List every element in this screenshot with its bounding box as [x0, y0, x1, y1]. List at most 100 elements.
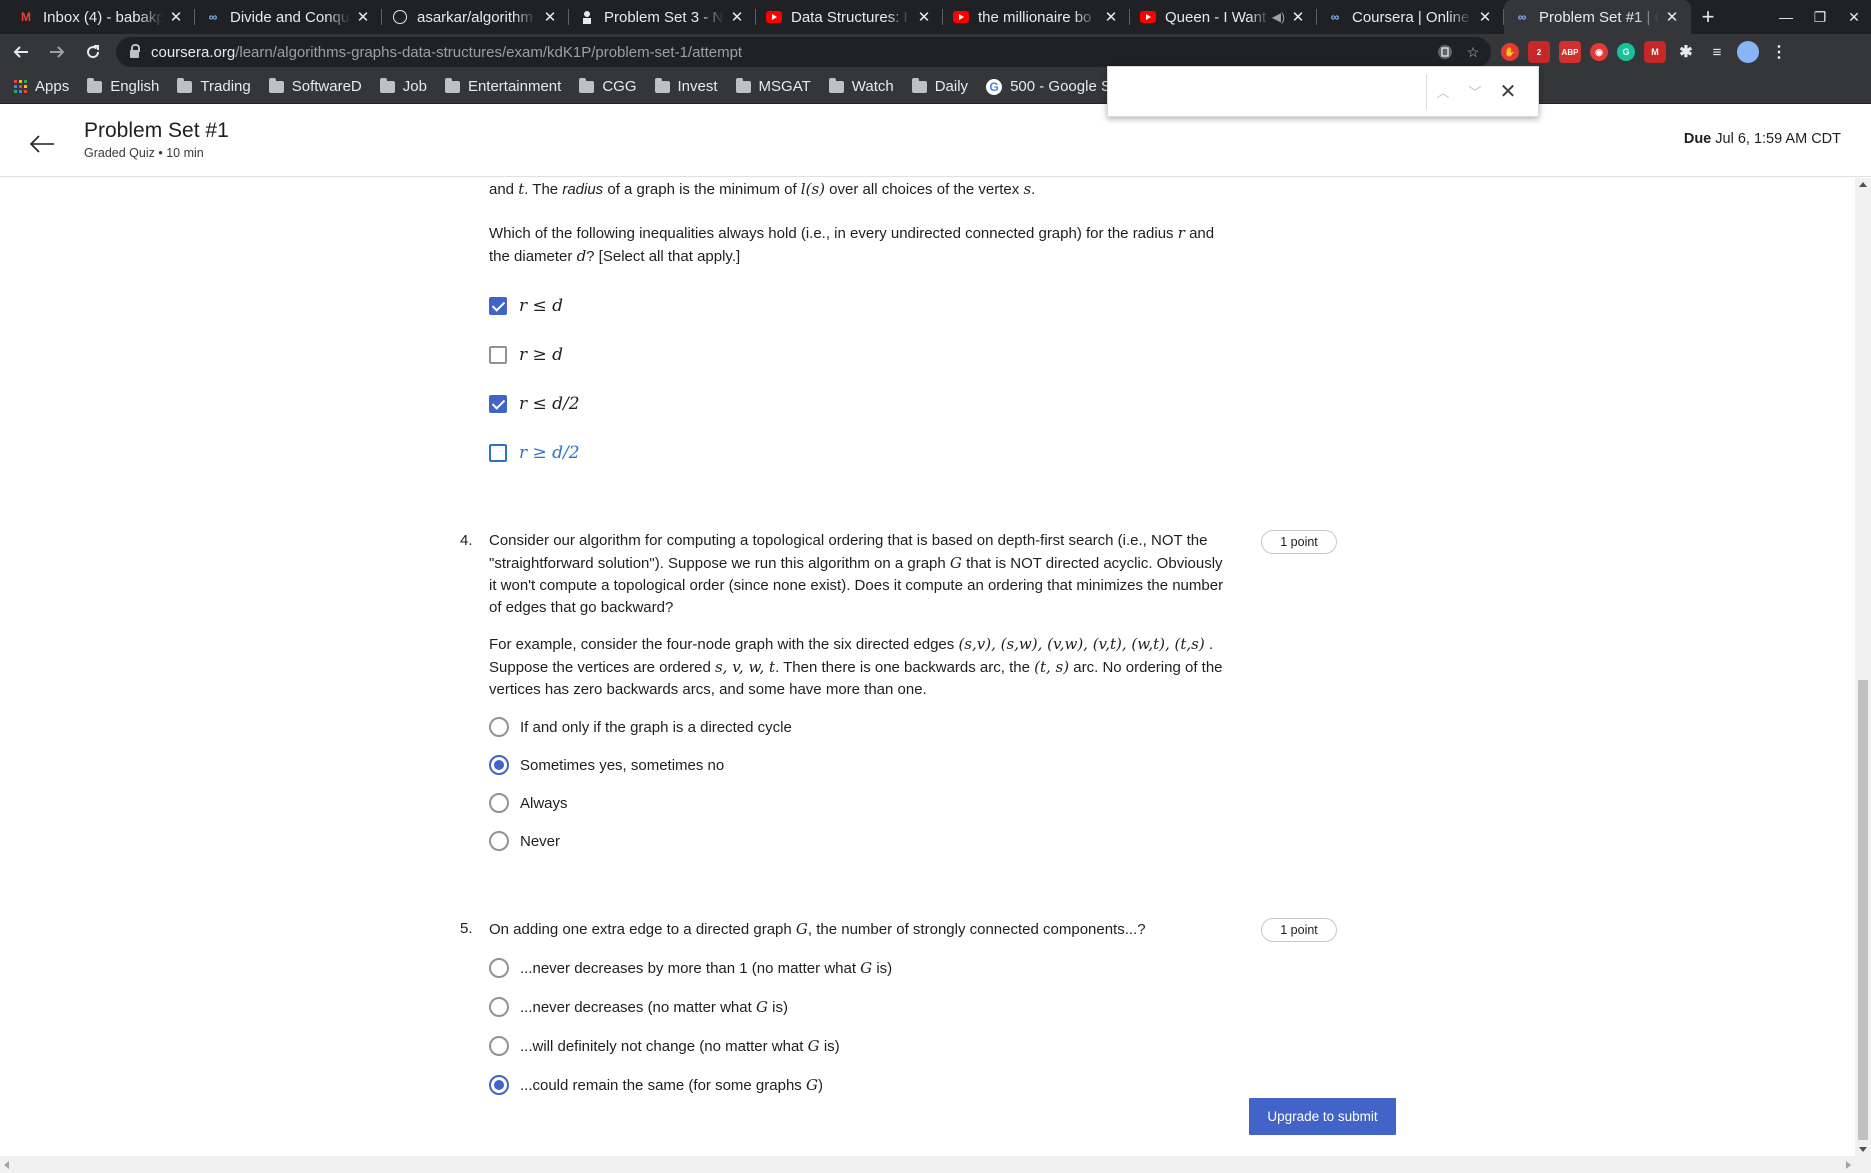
bookmark-folder[interactable]: Watch: [828, 77, 894, 95]
q5-option-2[interactable]: ...never decreases (no matter what G is): [489, 997, 788, 1017]
bookmark-folder[interactable]: Trading: [177, 77, 251, 95]
bookmark-folder[interactable]: CGG: [579, 77, 637, 95]
radio-button[interactable]: [489, 755, 509, 775]
adblock-icon[interactable]: ABP: [1559, 41, 1581, 63]
media-controls-icon[interactable]: ≡: [1706, 41, 1728, 63]
bookmark-apps[interactable]: Apps: [14, 78, 69, 95]
tab-strip: M Inbox (4) - babakp ✕ ∞ Divide and Conq…: [0, 0, 1871, 34]
option-label: ...never decreases by more than 1 (no ma…: [520, 959, 893, 977]
close-tab-icon[interactable]: ✕: [1102, 8, 1120, 26]
menu-icon[interactable]: ⋮: [1768, 41, 1790, 63]
close-tab-icon[interactable]: ✕: [541, 8, 559, 26]
minimize-icon[interactable]: ―: [1769, 0, 1803, 34]
scrollbar-thumb[interactable]: [1858, 680, 1868, 1140]
q3-option-3[interactable]: r ≤ d/2: [489, 394, 580, 414]
tab-problem-set-1[interactable]: ∞ Problem Set #1 | C ✕: [1504, 0, 1691, 34]
folder-icon: [87, 77, 103, 93]
tab-problem-set-3[interactable]: Problem Set 3 - N ✕: [569, 0, 756, 34]
forward-button[interactable]: [42, 37, 72, 67]
new-tab-button[interactable]: +: [1691, 0, 1725, 34]
upgrade-to-submit-button[interactable]: Upgrade to submit: [1249, 1098, 1396, 1135]
radio-button[interactable]: [489, 958, 509, 978]
restore-icon[interactable]: ❐: [1803, 0, 1837, 34]
q3-intro-text: and t. The radius of a graph is the mini…: [489, 180, 1036, 198]
q4-option-4[interactable]: Never: [489, 831, 560, 851]
tab-github[interactable]: asarkar/algorithm ✕: [382, 0, 569, 34]
tab-coursera-online[interactable]: ∞ Coursera | Online ✕: [1317, 0, 1504, 34]
tab-millionaire[interactable]: the millionaire bo ✕: [943, 0, 1130, 34]
scroll-up-icon[interactable]: [1859, 182, 1867, 187]
page-action-icon[interactable]: [1435, 42, 1455, 62]
bookmark-folder[interactable]: SoftwareD: [268, 77, 362, 95]
back-button[interactable]: [6, 37, 36, 67]
scroll-right-icon[interactable]: [1846, 1161, 1851, 1169]
bookmark-folder[interactable]: Entertainment: [444, 77, 561, 95]
option-label: ...will definitely not change (no matter…: [520, 1037, 840, 1055]
folder-icon: [379, 77, 395, 93]
close-tab-icon[interactable]: ✕: [1289, 8, 1307, 26]
extension-stop-icon[interactable]: ✋: [1501, 43, 1519, 61]
reload-button[interactable]: [78, 37, 108, 67]
close-tab-icon[interactable]: ✕: [354, 8, 372, 26]
radio-button[interactable]: [489, 717, 509, 737]
vertical-scrollbar[interactable]: [1855, 178, 1871, 1156]
find-next-icon[interactable]: ﹀: [1459, 82, 1491, 101]
checkbox[interactable]: [489, 444, 507, 462]
bookmark-folder[interactable]: MSGAT: [735, 77, 811, 95]
browser-toolbar: coursera.org/learn/algorithms-graphs-dat…: [0, 34, 1871, 70]
close-tab-icon[interactable]: ✕: [1663, 8, 1681, 26]
find-previous-icon[interactable]: ︿: [1427, 82, 1459, 101]
extension-badge-icon[interactable]: 2: [1528, 41, 1550, 63]
tab-gmail[interactable]: M Inbox (4) - babakp ✕: [8, 0, 195, 34]
q3-option-4[interactable]: r ≥ d/2: [489, 443, 580, 463]
audio-playing-icon[interactable]: ◀︎): [1272, 10, 1285, 24]
folder-icon: [654, 77, 670, 93]
shield-icon[interactable]: ◉: [1590, 43, 1608, 61]
extension-m-icon[interactable]: M: [1644, 41, 1666, 63]
checkbox[interactable]: [489, 346, 507, 364]
radio-button[interactable]: [489, 1075, 509, 1095]
back-arrow-icon: [13, 46, 28, 58]
q4-option-3[interactable]: Always: [489, 793, 568, 813]
bookmark-label: Trading: [200, 78, 251, 95]
q3-option-1[interactable]: r ≤ d: [489, 296, 563, 316]
horizontal-scrollbar[interactable]: [0, 1156, 1871, 1173]
q5-option-1[interactable]: ...never decreases by more than 1 (no ma…: [489, 958, 892, 978]
grammarly-icon[interactable]: G: [1617, 43, 1635, 61]
option-label: r ≥ d/2: [519, 443, 580, 463]
close-tab-icon[interactable]: ✕: [167, 8, 185, 26]
q3-option-2[interactable]: r ≥ d: [489, 345, 563, 365]
q4-option-2[interactable]: Sometimes yes, sometimes no: [489, 755, 724, 775]
tab-divide-and-conquer[interactable]: ∞ Divide and Conqu ✕: [195, 0, 382, 34]
scroll-left-icon[interactable]: [4, 1161, 9, 1169]
radio-button[interactable]: [489, 831, 509, 851]
back-arrow-button[interactable]: [24, 126, 60, 162]
find-input[interactable]: [1108, 67, 1426, 116]
find-close-icon[interactable]: ✕: [1491, 79, 1525, 104]
profile-avatar[interactable]: [1737, 41, 1759, 63]
bookmark-star-icon[interactable]: ☆: [1463, 42, 1483, 62]
q5-option-3[interactable]: ...will definitely not change (no matter…: [489, 1036, 840, 1056]
q4-option-1[interactable]: If and only if the graph is a directed c…: [489, 717, 792, 737]
tab-queen[interactable]: Queen - I Want ◀︎) ✕: [1130, 0, 1317, 34]
close-window-icon[interactable]: ✕: [1837, 0, 1871, 34]
extensions-puzzle-icon[interactable]: ✱: [1675, 41, 1697, 63]
bookmark-folder[interactable]: Daily: [911, 77, 968, 95]
address-bar[interactable]: coursera.org/learn/algorithms-graphs-dat…: [116, 37, 1491, 67]
bookmark-google[interactable]: G 500 - Google S: [986, 78, 1111, 95]
bookmark-folder[interactable]: Invest: [654, 77, 718, 95]
checkbox[interactable]: [489, 395, 507, 413]
checkbox[interactable]: [489, 297, 507, 315]
radio-button[interactable]: [489, 997, 509, 1017]
tab-title: Inbox (4) - babakp: [43, 8, 163, 26]
bookmark-folder[interactable]: English: [87, 77, 159, 95]
radio-button[interactable]: [489, 793, 509, 813]
close-tab-icon[interactable]: ✕: [915, 8, 933, 26]
tab-data-structures[interactable]: Data Structures: I ✕: [756, 0, 943, 34]
bookmark-folder[interactable]: Job: [379, 77, 427, 95]
q5-option-4[interactable]: ...could remain the same (for some graph…: [489, 1075, 823, 1095]
radio-button[interactable]: [489, 1036, 509, 1056]
close-tab-icon[interactable]: ✕: [728, 8, 746, 26]
close-tab-icon[interactable]: ✕: [1476, 8, 1494, 26]
scroll-down-icon[interactable]: [1859, 1147, 1867, 1152]
